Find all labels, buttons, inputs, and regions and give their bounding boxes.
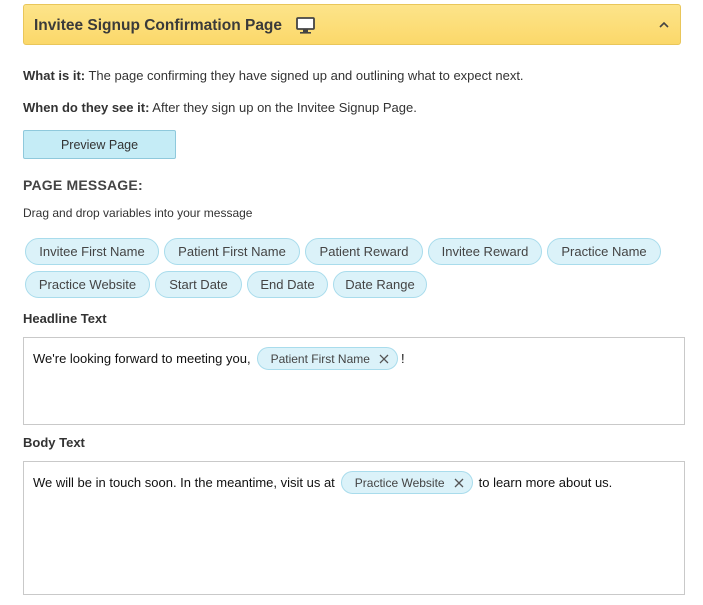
headline-chip-label: Patient First Name — [270, 351, 370, 366]
monitor-icon — [296, 17, 315, 34]
body-text-label: Body Text — [23, 435, 85, 450]
body-text-after: to learn more about us. — [478, 475, 613, 490]
chevron-up-icon[interactable] — [658, 19, 670, 31]
variable-chip-patient-reward[interactable]: Patient Reward — [305, 238, 423, 265]
variable-chip-end-date[interactable]: End Date — [247, 271, 328, 298]
what-is-it-label: What is it: — [23, 68, 86, 83]
variable-chip-date-range[interactable]: Date Range — [333, 271, 427, 298]
when-seen-label: When do they see it: — [23, 100, 150, 115]
when-seen-line: When do they see it: After they sign up … — [23, 100, 417, 115]
close-icon[interactable] — [379, 354, 389, 364]
section-header[interactable]: Invitee Signup Confirmation Page — [23, 4, 681, 45]
what-is-it-line: What is it: The page confirming they hav… — [23, 68, 524, 83]
body-content: We will be in touch soon. In the meantim… — [33, 471, 612, 494]
variable-chip-invitee-first-name[interactable]: Invitee First Name — [25, 238, 159, 265]
page-message-title: PAGE MESSAGE: — [23, 177, 143, 193]
body-text-editor[interactable]: We will be in touch soon. In the meantim… — [23, 461, 685, 595]
variable-chip-practice-website[interactable]: Practice Website — [25, 271, 150, 298]
close-icon[interactable] — [454, 478, 464, 488]
what-is-it-text: The page confirming they have signed up … — [85, 68, 524, 83]
body-chip-label: Practice Website — [354, 475, 445, 490]
when-seen-text: After they sign up on the Invitee Signup… — [149, 100, 417, 115]
variable-chip-invitee-reward[interactable]: Invitee Reward — [428, 238, 542, 265]
variable-chip-start-date[interactable]: Start Date — [155, 271, 242, 298]
headline-text-before: We're looking forward to meeting you, — [33, 351, 251, 366]
headline-content: We're looking forward to meeting you, Pa… — [33, 347, 405, 370]
variable-chip-practice-name[interactable]: Practice Name — [547, 238, 661, 265]
body-variable-chip[interactable]: Practice Website — [340, 471, 473, 494]
headline-text-after: ! — [400, 351, 405, 366]
body-text-before: We will be in touch soon. In the meantim… — [33, 475, 335, 490]
drag-drop-hint: Drag and drop variables into your messag… — [23, 206, 253, 220]
headline-text-editor[interactable]: We're looking forward to meeting you, Pa… — [23, 337, 685, 425]
variable-chip-patient-first-name[interactable]: Patient First Name — [164, 238, 300, 265]
section-title: Invitee Signup Confirmation Page — [34, 17, 283, 34]
headline-text-label: Headline Text — [23, 311, 107, 326]
headline-variable-chip[interactable]: Patient First Name — [256, 347, 398, 370]
preview-page-button[interactable]: Preview Page — [23, 130, 176, 159]
